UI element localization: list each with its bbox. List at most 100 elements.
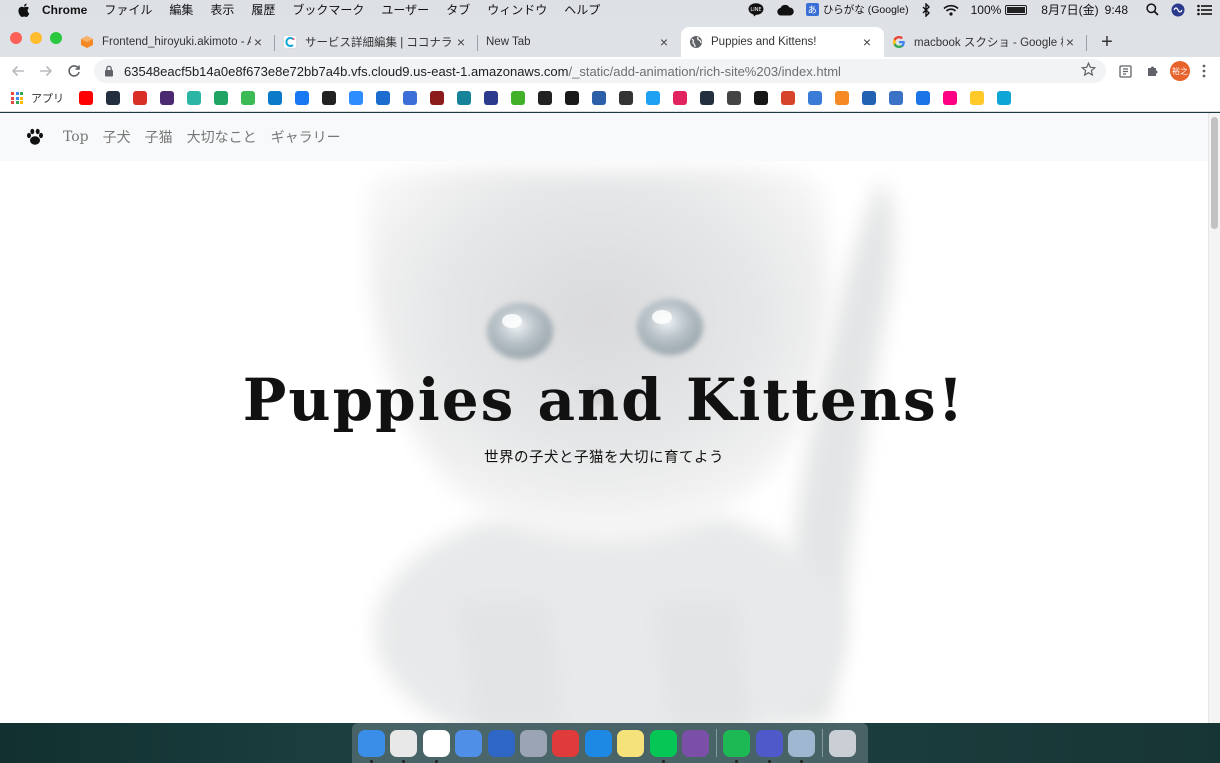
menu-file[interactable]: ファイル <box>104 1 152 18</box>
tab-close-icon[interactable]: × <box>454 34 468 50</box>
dock-spotify-icon[interactable] <box>723 729 751 763</box>
menubar-date[interactable]: 8月7日(金) <box>1041 1 1098 18</box>
bookmark-github-icon[interactable] <box>754 91 768 105</box>
bookmark-w-icon[interactable] <box>538 91 552 105</box>
menu-help[interactable]: ヘルプ <box>564 1 600 18</box>
dock-line-icon[interactable] <box>649 729 677 763</box>
nav-link-top[interactable]: Top <box>63 129 89 145</box>
bookmark-px-icon[interactable] <box>511 91 525 105</box>
window-zoom-button[interactable] <box>50 32 62 44</box>
bookmark-amazon-icon[interactable] <box>106 91 120 105</box>
bookmark-blue-2-icon[interactable] <box>862 91 876 105</box>
nav-link-gallery[interactable]: ギャラリー <box>271 127 341 147</box>
cloud-status-icon[interactable] <box>776 4 794 16</box>
profile-avatar[interactable]: 裕之 <box>1170 61 1190 81</box>
dock-chrome-icon[interactable] <box>390 729 418 763</box>
tab-close-icon[interactable]: × <box>657 34 671 50</box>
dock-teams-icon[interactable] <box>755 729 783 763</box>
address-bar[interactable]: 63548eacf5b14a0e8f673e8e72bb7a4b.vfs.clo… <box>94 59 1106 83</box>
dock-preview-icon[interactable] <box>788 729 816 763</box>
line-status-icon[interactable]: LINE <box>748 2 764 17</box>
window-close-button[interactable] <box>10 32 22 44</box>
bookmark-m-icon[interactable] <box>376 91 390 105</box>
dock-notes-icon[interactable] <box>617 729 645 757</box>
battery-percent[interactable]: 100% <box>971 3 1002 17</box>
tab-close-icon[interactable]: × <box>251 34 265 50</box>
spotlight-search-icon[interactable] <box>1146 3 1159 16</box>
ime-hiragana-icon[interactable]: あ <box>805 3 819 16</box>
menu-window[interactable]: ウィンドウ <box>487 1 547 18</box>
ime-label[interactable]: ひらがな (Google) <box>823 2 909 17</box>
dock-slack-icon[interactable] <box>422 729 450 763</box>
bookmark-red-2-icon[interactable] <box>781 91 795 105</box>
back-button[interactable] <box>4 57 32 85</box>
bookmark-c-icon[interactable] <box>808 91 822 105</box>
notification-center-icon[interactable] <box>1197 4 1212 16</box>
bookmark-red-icon[interactable] <box>430 91 444 105</box>
bookmark-zoom-icon[interactable] <box>349 91 363 105</box>
dock-trash-icon[interactable] <box>829 729 857 757</box>
lock-icon[interactable] <box>104 65 118 77</box>
wifi-icon[interactable] <box>943 4 959 16</box>
bookmark-flag-icon[interactable] <box>916 91 930 105</box>
battery-icon[interactable] <box>1005 4 1028 15</box>
tab-close-icon[interactable]: × <box>1063 34 1077 50</box>
menu-tab[interactable]: タブ <box>446 1 470 18</box>
menu-edit[interactable]: 編集 <box>169 1 193 18</box>
scrollbar-thumb[interactable] <box>1211 117 1218 229</box>
bookmark-firebase-icon[interactable] <box>970 91 984 105</box>
dock-finder-icon[interactable] <box>358 729 385 763</box>
menubar-time[interactable]: 9:48 <box>1105 3 1128 17</box>
bookmark-crowdworks-icon[interactable] <box>268 91 282 105</box>
bookmark-g-icon[interactable] <box>322 91 336 105</box>
bookmark-fox-icon[interactable] <box>727 91 741 105</box>
siri-icon[interactable] <box>1171 3 1185 17</box>
dock-launchpad-icon[interactable] <box>519 729 547 757</box>
bookmark-kanji-icon[interactable] <box>592 91 606 105</box>
reload-button[interactable] <box>60 57 88 85</box>
bookmark-google-drive-icon[interactable] <box>214 91 228 105</box>
bookmark-amazon-2-icon[interactable] <box>700 91 714 105</box>
bookmark-pattern-icon[interactable] <box>619 91 633 105</box>
bookmark-pink-icon[interactable] <box>673 91 687 105</box>
tab-new-tab[interactable]: New Tab × <box>478 27 681 57</box>
bookmark-flickr-icon[interactable] <box>943 91 957 105</box>
bookmark-code-icon[interactable] <box>889 91 903 105</box>
bookmark-gmail-icon[interactable] <box>133 91 147 105</box>
bookmark-green-icon[interactable] <box>241 91 255 105</box>
tab-coconala[interactable]: サービス詳細編集 | ココナラ × <box>275 27 478 57</box>
dock-xmind-icon[interactable] <box>552 729 580 757</box>
extensions-puzzle-icon[interactable] <box>1139 57 1166 85</box>
bookmark-square-icon[interactable] <box>565 91 579 105</box>
dock-sourcetree-icon[interactable] <box>487 729 515 757</box>
apple-icon[interactable] <box>16 3 30 17</box>
bookmark-globe-icon[interactable] <box>484 91 498 105</box>
bookmark-twitter-icon[interactable] <box>646 91 660 105</box>
dock-vscode-icon[interactable] <box>584 729 612 757</box>
window-minimize-button[interactable] <box>30 32 42 44</box>
bluetooth-icon[interactable] <box>921 2 931 17</box>
tab-close-icon[interactable]: × <box>860 34 874 50</box>
bookmark-youtube-icon[interactable] <box>79 91 93 105</box>
tab-google-search[interactable]: macbook スクショ - Google 検索 × <box>884 27 1087 57</box>
paw-icon[interactable] <box>25 127 45 147</box>
forward-button[interactable] <box>32 57 60 85</box>
nav-link-kittens[interactable]: 子猫 <box>145 127 173 147</box>
chrome-menu-icon[interactable] <box>1194 57 1214 85</box>
bookmark-orange-icon[interactable] <box>835 91 849 105</box>
bookmark-teal-2-icon[interactable] <box>457 91 471 105</box>
menubar-app-name[interactable]: Chrome <box>42 3 87 17</box>
dock-github-desktop-icon[interactable] <box>681 729 709 757</box>
bookmark-teal-icon[interactable] <box>187 91 201 105</box>
menu-bookmarks[interactable]: ブックマーク <box>292 1 364 18</box>
reader-mode-icon[interactable] <box>1112 57 1139 85</box>
bookmark-star-icon[interactable] <box>1080 61 1097 80</box>
bookmark-calendar-icon[interactable] <box>403 91 417 105</box>
tab-frontend-aws[interactable]: Frontend_hiroyuki.akimoto - AW × <box>72 27 275 57</box>
menu-users[interactable]: ユーザー <box>381 1 429 18</box>
bookmark-coconala-icon[interactable] <box>997 91 1011 105</box>
tab-puppies-and-kittens[interactable]: Puppies and Kittens! × <box>681 27 884 57</box>
menu-view[interactable]: 表示 <box>210 1 234 18</box>
nav-link-puppies[interactable]: 子犬 <box>103 127 131 147</box>
bookmark-p-icon[interactable] <box>160 91 174 105</box>
